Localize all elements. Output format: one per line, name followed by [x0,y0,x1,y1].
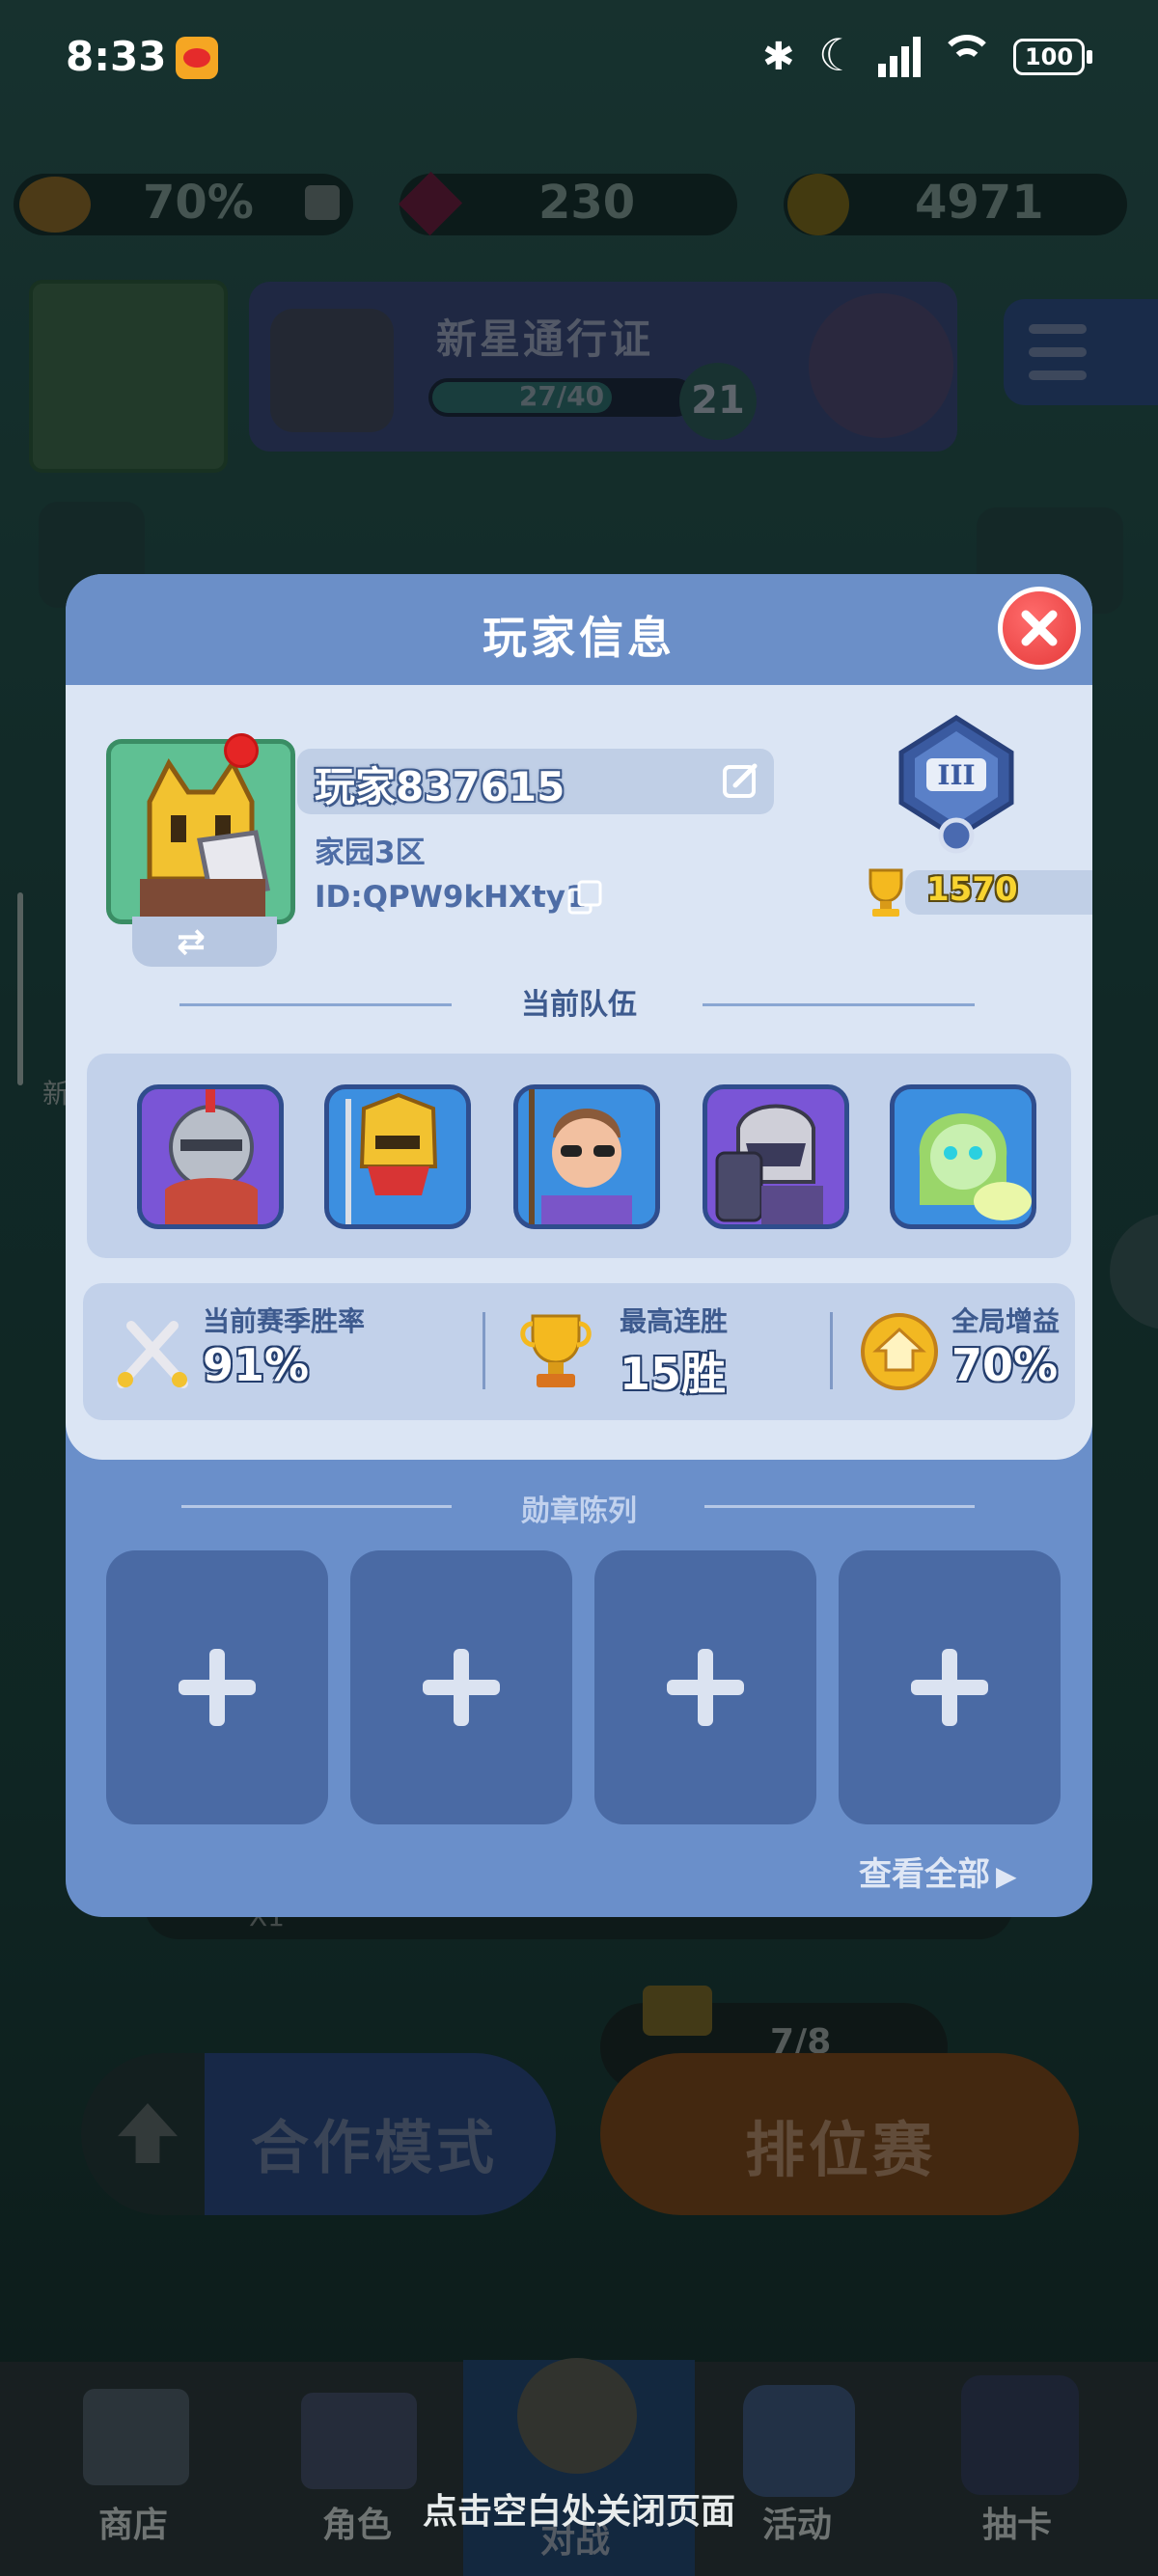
dark-knight-hero-icon [715,1104,823,1224]
forest-spirit-hero-icon [919,1113,1032,1220]
badge-slot-1[interactable] [106,1550,328,1824]
player-avatar[interactable] [106,739,295,924]
weibo-app-icon [176,37,218,79]
modal-header: 玩家信息 [66,574,1092,685]
win-streak-label: 最高连胜 [620,1305,729,1337]
swap-icon: ⇄ [177,922,207,962]
badge-slot-4[interactable] [839,1550,1061,1824]
trophy-icon [517,1310,594,1391]
svg-text:III: III [937,759,975,791]
swap-avatar-button[interactable]: ⇄ [132,917,277,967]
team-box [87,1054,1071,1258]
player-info-modal: 玩家信息 ⇄ 玩家837615 家园3区 ID:QPW9kHXty1 III 1… [66,574,1092,1917]
rank-iii-icon: III [898,715,1014,854]
knight-hero-icon [165,1089,258,1224]
battery-level: 100 [1024,43,1074,70]
close-icon [1021,610,1058,646]
signal-icon [874,37,923,77]
player-info-card: ⇄ 玩家837615 家园3区 ID:QPW9kHXty1 III 1570 当… [66,685,1092,1460]
win-rate-label: 当前赛季胜率 [203,1305,366,1337]
bluetooth-icon: ✱ [762,35,795,79]
hero-slot-3[interactable] [513,1084,660,1229]
view-all-link[interactable]: 查看全部 ▶ [859,1848,1017,1895]
plus-icon [423,1649,500,1726]
crossed-swords-icon [112,1312,193,1393]
notification-dot [224,733,259,768]
badge-heading: 勋章陈列 [521,1494,637,1528]
hero-slot-1[interactable] [137,1084,284,1229]
global-boost-value: 70% [951,1339,1059,1391]
plus-icon [911,1649,988,1726]
badge-slot-2[interactable] [350,1550,572,1824]
player-id: ID:QPW9kHXty1 [315,880,587,915]
hero-slot-5[interactable] [890,1084,1036,1229]
lion-knight-avatar-icon [111,744,290,919]
rank-emblem[interactable]: III [894,714,1019,859]
trophy-icon [859,864,913,918]
copy-id-button[interactable] [565,878,604,917]
golden-warrior-hero-icon [345,1092,438,1224]
copy-icon [567,880,602,915]
trophy-count: 1570 [926,870,1018,909]
close-button[interactable] [998,587,1081,670]
hero-slot-2[interactable] [324,1084,471,1229]
player-name: 玩家837615 [315,763,565,810]
badge-slot-3[interactable] [594,1550,816,1824]
modal-title: 玩家信息 [482,612,676,664]
spear-hero-icon [529,1089,632,1224]
team-heading: 当前队伍 [521,988,637,1022]
view-all-label: 查看全部 [859,1855,990,1894]
wifi-icon [940,35,994,77]
player-server: 家园3区 [315,836,426,870]
moon-icon: ☾ [818,29,859,81]
stats-box: 当前赛季胜率 91% 最高连胜 15胜 全局增益 70% [83,1283,1075,1420]
chevron-right-icon: ▶ [996,1860,1017,1892]
edit-icon [723,763,758,798]
status-bar: 8:33 ✱ ☾ 100 [0,0,1158,116]
close-hint: 点击空白处关闭页面 [422,2492,735,2532]
hero-slot-4[interactable] [703,1084,849,1229]
plus-icon [179,1649,256,1726]
battery-icon: 100 [1013,39,1085,75]
edit-name-button[interactable] [722,762,760,801]
plus-icon [667,1649,744,1726]
win-rate-value: 91% [203,1339,310,1391]
status-time: 8:33 [66,33,167,80]
win-streak-value: 15胜 [620,1348,727,1400]
global-boost-label: 全局增益 [951,1305,1061,1337]
home-boost-icon [857,1310,942,1393]
